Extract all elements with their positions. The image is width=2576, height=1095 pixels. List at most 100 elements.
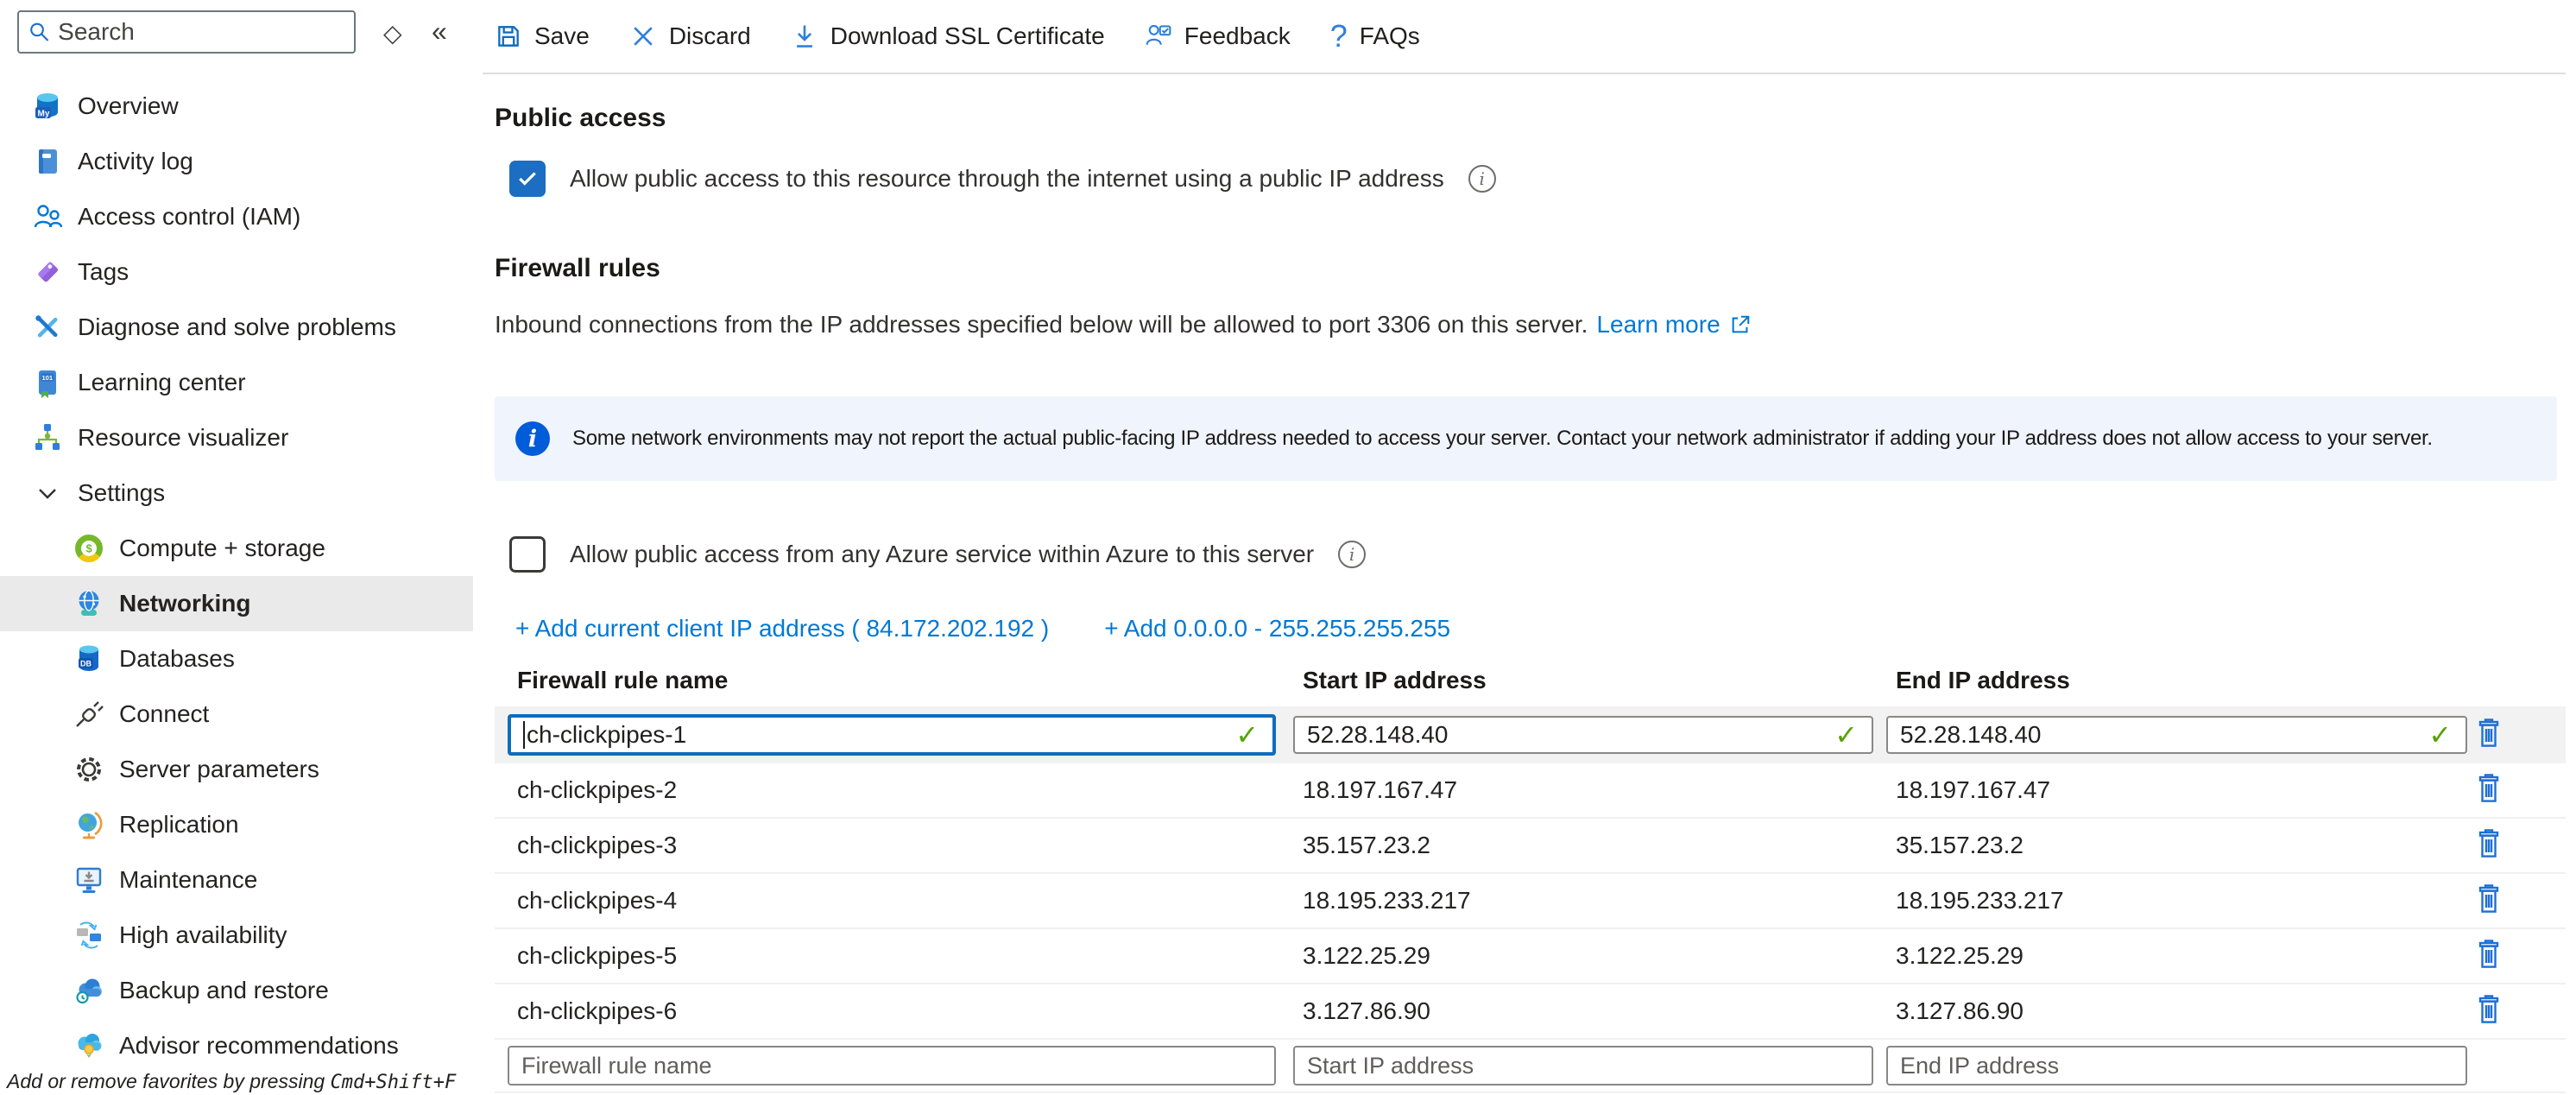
sidebar-item-backup-restore[interactable]: Backup and restore <box>0 963 473 1018</box>
sidebar-item-access-control[interactable]: Access control (IAM) <box>0 189 473 244</box>
sidebar-menu: My Overview Activity log <box>0 79 473 1073</box>
public-access-heading: Public access <box>495 104 666 133</box>
feedback-label: Feedback <box>1184 22 1291 50</box>
sidebar-item-label: Backup and restore <box>119 977 329 1004</box>
azure-services-checkbox[interactable] <box>509 536 546 573</box>
learning-book-icon: 101 <box>31 366 64 399</box>
rule-name-cell: ch-clickpipes-5 <box>517 942 677 970</box>
sidebar-item-label: Connect <box>119 700 209 728</box>
networking-globe-icon <box>73 587 105 620</box>
firewall-rule-row: ch-clickpipes-4 18.195.233.217 18.195.23… <box>495 874 2566 929</box>
end-ip-cell: 3.122.25.29 <box>1896 942 2024 970</box>
sidebar-item-replication[interactable]: Replication <box>0 797 473 852</box>
sidebar-item-maintenance[interactable]: Maintenance <box>0 852 473 908</box>
sidebar-item-label: Activity log <box>78 148 193 175</box>
info-icon[interactable]: i <box>1338 541 1366 568</box>
new-end-ip-input[interactable] <box>1886 1046 2467 1086</box>
sidebar-item-diagnose[interactable]: Diagnose and solve problems <box>0 300 473 355</box>
activity-log-icon <box>31 145 64 178</box>
firewall-rules-table: ch-clickpipes-1 ✓ 52.28.148.40 ✓ 52.28.1… <box>495 706 2566 1093</box>
high-availability-icon <box>73 919 105 952</box>
sidebar-item-label: Networking <box>119 590 250 617</box>
diamond-icon[interactable]: ◇ <box>383 19 402 47</box>
rule-name-cell: ch-clickpipes-2 <box>517 776 677 804</box>
firewall-rule-row: ch-clickpipes-2 18.197.167.47 18.197.167… <box>495 763 2566 819</box>
feedback-button[interactable]: Feedback <box>1145 22 1291 50</box>
end-ip-cell: 35.157.23.2 <box>1896 832 2024 859</box>
sidebar-item-label: Resource visualizer <box>78 424 288 452</box>
resource-tree-icon <box>31 421 64 454</box>
search-input[interactable] <box>58 18 345 46</box>
banner-text: Some network environments may not report… <box>572 427 2433 451</box>
public-access-checkbox-row: Allow public access to this resource thr… <box>509 161 1496 197</box>
start-ip-input[interactable]: 52.28.148.40 ✓ <box>1293 716 1873 754</box>
info-icon[interactable]: i <box>1468 165 1496 193</box>
end-ip-cell: 3.127.86.90 <box>1896 997 2024 1025</box>
faqs-button[interactable]: ? FAQs <box>1330 18 1420 54</box>
col-header-rule-name: Firewall rule name <box>517 667 728 694</box>
mysql-overview-icon: My <box>31 90 64 123</box>
public-access-checkbox[interactable] <box>509 161 546 197</box>
feedback-icon <box>1145 22 1172 50</box>
add-range-link[interactable]: + Add 0.0.0.0 - 255.255.255.255 <box>1104 615 1450 642</box>
sidebar-item-label: Advisor recommendations <box>119 1032 399 1060</box>
sidebar-item-resource-visualizer[interactable]: Resource visualizer <box>0 410 473 465</box>
search-icon <box>28 19 51 45</box>
delete-rule-button[interactable] <box>2474 883 2503 918</box>
firewall-rule-row: ch-clickpipes-3 35.157.23.2 35.157.23.2 <box>495 819 2566 874</box>
compute-storage-icon: $ <box>73 532 105 565</box>
rule-name-input[interactable]: ch-clickpipes-1 ✓ <box>508 714 1276 756</box>
save-button[interactable]: Save <box>495 22 590 50</box>
valid-check-icon: ✓ <box>1834 718 1858 751</box>
delete-rule-button[interactable] <box>2474 939 2503 973</box>
sidebar-item-server-parameters[interactable]: Server parameters <box>0 742 473 797</box>
add-client-ip-link[interactable]: + Add current client IP address ( 84.172… <box>515 615 1049 642</box>
download-icon <box>791 22 818 50</box>
external-link-icon <box>1729 313 1752 336</box>
sidebar-item-compute-storage[interactable]: $ Compute + storage <box>0 521 473 576</box>
delete-rule-button[interactable] <box>2474 994 2503 1029</box>
sidebar-item-connect[interactable]: Connect <box>0 687 473 742</box>
sidebar-item-learning-center[interactable]: 101 Learning center <box>0 355 473 410</box>
collapse-sidebar-icon[interactable]: « <box>432 16 447 47</box>
learn-more-link[interactable]: Learn more <box>1596 311 1720 339</box>
sidebar-item-label: Settings <box>78 479 165 507</box>
svg-text:$: $ <box>86 542 93 555</box>
col-header-end-ip: End IP address <box>1896 667 2070 694</box>
delete-rule-button[interactable] <box>2474 773 2503 807</box>
firewall-description: Inbound connections from the IP addresse… <box>495 311 1588 339</box>
sidebar-item-high-availability[interactable]: High availability <box>0 908 473 963</box>
sidebar-item-label: Diagnose and solve problems <box>78 313 396 341</box>
sidebar-item-networking[interactable]: Networking <box>0 576 473 631</box>
sidebar-item-databases[interactable]: DB Databases <box>0 631 473 687</box>
svg-text:101: 101 <box>42 374 54 382</box>
sidebar-item-settings-group[interactable]: Settings <box>0 465 473 521</box>
download-ssl-label: Download SSL Certificate <box>830 22 1105 50</box>
sidebar-item-tags[interactable]: Tags <box>0 244 473 300</box>
sidebar-item-label: Maintenance <box>119 866 257 894</box>
new-rule-name-input[interactable] <box>508 1046 1276 1086</box>
rule-name-cell: ch-clickpipes-4 <box>517 887 677 915</box>
advisor-cloud-icon <box>73 1029 105 1062</box>
sidebar-item-activity-log[interactable]: Activity log <box>0 134 473 189</box>
save-icon <box>495 22 522 50</box>
add-ip-links: + Add current client IP address ( 84.172… <box>515 615 1450 642</box>
download-ssl-button[interactable]: Download SSL Certificate <box>791 22 1105 50</box>
rule-name-cell: ch-clickpipes-3 <box>517 832 677 859</box>
sidebar-item-overview[interactable]: My Overview <box>0 79 473 134</box>
start-ip-cell: 18.197.167.47 <box>1303 776 1457 804</box>
new-start-ip-input[interactable] <box>1293 1046 1873 1086</box>
delete-rule-button[interactable] <box>2474 718 2503 752</box>
banner-info-icon: i <box>515 421 550 456</box>
end-ip-cell: 18.195.233.217 <box>1896 887 2064 915</box>
new-rule-row <box>495 1040 2566 1093</box>
start-ip-cell: 35.157.23.2 <box>1303 832 1430 859</box>
sidebar-item-advisor-recommendations[interactable]: Advisor recommendations <box>0 1018 473 1073</box>
sidebar-search[interactable] <box>17 10 356 54</box>
end-ip-input[interactable]: 52.28.148.40 ✓ <box>1886 716 2467 754</box>
sidebar-item-label: Compute + storage <box>119 535 325 562</box>
discard-button[interactable]: Discard <box>629 22 751 50</box>
favorites-hint: Add or remove favorites by pressing Cmd+… <box>7 1070 456 1093</box>
sidebar-item-label: Server parameters <box>119 756 319 783</box>
delete-rule-button[interactable] <box>2474 828 2503 863</box>
